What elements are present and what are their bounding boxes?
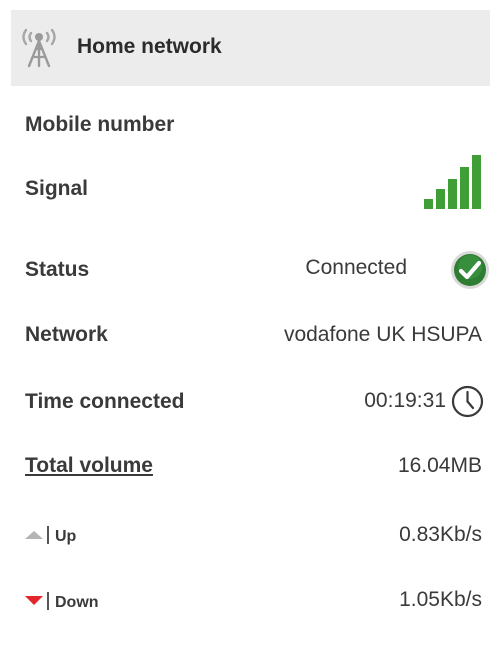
separator xyxy=(47,526,49,544)
signal-bar-2 xyxy=(436,189,445,209)
download-rate-row: Down 1.05Kb/s xyxy=(11,584,490,634)
total-volume-link[interactable]: Total volume xyxy=(25,454,153,478)
up-arrow-icon xyxy=(25,531,43,539)
upload-rate-row: Up 0.83Kb/s xyxy=(11,518,490,568)
signal-row: Signal xyxy=(11,155,490,215)
home-network-panel: Home network Mobile number Signal Status… xyxy=(11,10,490,640)
network-label: Network xyxy=(25,323,108,346)
time-connected-value: 00:19:31 xyxy=(364,389,446,412)
down-value: 1.05Kb/s xyxy=(399,588,482,611)
panel-header: Home network xyxy=(11,10,490,86)
signal-bar-3 xyxy=(448,179,457,209)
antenna-signal-icon xyxy=(22,28,56,68)
status-row: Status Connected xyxy=(11,246,490,294)
up-label: Up xyxy=(55,528,77,545)
total-volume-value: 16.04MB xyxy=(397,454,482,477)
network-value: vodafone UK HSUPA xyxy=(283,323,482,346)
signal-bar-1 xyxy=(424,199,433,209)
network-row: Network vodafone UK HSUPA xyxy=(11,318,490,368)
signal-bar-4 xyxy=(460,167,469,209)
down-arrow-icon xyxy=(25,596,43,605)
signal-label: Signal xyxy=(25,177,89,200)
time-connected-row: Time connected 00:19:31 xyxy=(11,382,490,432)
signal-bar-5 xyxy=(472,155,481,209)
status-label: Status xyxy=(25,258,90,281)
clock-icon xyxy=(451,385,484,418)
mobile-number-label: Mobile number xyxy=(25,113,175,136)
time-connected-label: Time connected xyxy=(25,390,185,413)
up-value: 0.83Kb/s xyxy=(399,523,482,546)
down-label-group: Down xyxy=(25,592,99,613)
total-volume-row: Total volume 16.04MB xyxy=(11,450,490,500)
status-value: Connected xyxy=(305,256,407,279)
check-circle-icon xyxy=(451,251,489,289)
mobile-number-row: Mobile number xyxy=(11,110,490,160)
down-label: Down xyxy=(55,594,99,611)
panel-title: Home network xyxy=(77,35,222,58)
separator xyxy=(47,592,49,610)
signal-strength-icon xyxy=(424,155,482,209)
up-label-group: Up xyxy=(25,526,76,547)
